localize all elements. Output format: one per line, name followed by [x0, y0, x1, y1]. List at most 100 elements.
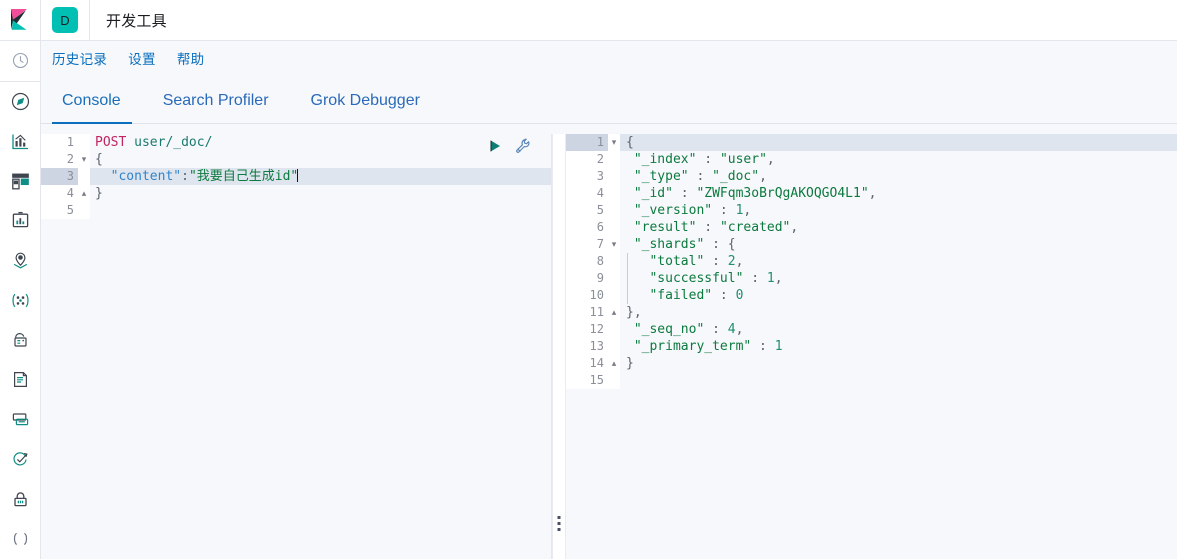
console-menu-bar: 历史记录 设置 帮助	[41, 41, 1177, 74]
sidebar-item-uptime[interactable]	[0, 440, 41, 480]
json-separator: :	[743, 271, 767, 286]
request-path: user/_doc/	[126, 135, 213, 150]
fold-marker[interactable]: ▴	[608, 304, 620, 321]
line-number: 4	[41, 185, 78, 202]
fold-marker[interactable]: ▾	[608, 236, 620, 253]
menu-help[interactable]: 帮助	[177, 48, 205, 68]
sidebar-item-discover[interactable]	[0, 82, 41, 122]
line-number: 12	[566, 321, 608, 338]
response-line: 4 "_id" : "ZWFqm3oBrQgAKOQGO4L1",	[566, 185, 1177, 202]
line-number: 5	[41, 202, 78, 219]
line-content: "result" : "created",	[620, 219, 1177, 236]
sidebar-item-logs[interactable]	[0, 360, 41, 400]
tab-search-profiler[interactable]: Search Profiler	[142, 92, 290, 123]
fold-marker[interactable]: ▾	[608, 134, 620, 151]
kibana-dev-tools-window: D 开发工具 历史记录 设置 帮助 Console Search Profile…	[0, 0, 1177, 559]
sidebar-item-infrastructure[interactable]	[0, 320, 41, 360]
request-options-wrench-icon[interactable]	[515, 138, 531, 159]
resize-grip-dots[interactable]	[557, 516, 561, 531]
kibana-logo-icon[interactable]	[0, 0, 41, 41]
response-line: 13 "_primary_term" : 1	[566, 338, 1177, 355]
fold-marker[interactable]	[608, 151, 620, 168]
line-number: 14	[566, 355, 608, 372]
response-line: 7 ▾ "_shards" : {	[566, 236, 1177, 253]
sidebar-item-recent[interactable]	[0, 41, 41, 81]
app-badge[interactable]: D	[52, 7, 78, 33]
menu-settings[interactable]: 设置	[128, 48, 156, 68]
sidebar-item-apm[interactable]	[0, 400, 41, 440]
fold-marker[interactable]	[608, 270, 620, 287]
line-content: "content":"我要自己生成id"	[90, 168, 551, 185]
fold-marker[interactable]	[608, 202, 620, 219]
dev-tools-tab-bar: Console Search Profiler Grok Debugger	[41, 74, 1177, 124]
fold-marker[interactable]	[78, 168, 90, 185]
tab-grok-debugger[interactable]: Grok Debugger	[290, 92, 441, 123]
request-editor[interactable]: 1 POST user/_doc/ 2 ▾ { 3 "content":"我要自…	[41, 134, 552, 559]
json-key: "_id"	[633, 186, 673, 201]
json-value: 1	[774, 339, 783, 354]
response-surface[interactable]: 1 ▾ { 2 "_index" : "user", 3 "_type" : "…	[566, 134, 1177, 559]
menu-history[interactable]: 历史记录	[52, 48, 107, 68]
line-number: 2	[566, 151, 608, 168]
fold-marker[interactable]: ▴	[78, 185, 90, 202]
response-line-active: 1 ▾ {	[566, 134, 1177, 151]
json-value: 4	[727, 322, 736, 337]
fold-marker[interactable]	[608, 253, 620, 270]
line-number: 10	[566, 287, 608, 304]
json-colon: :	[181, 169, 189, 184]
response-line: 6 "result" : "created",	[566, 219, 1177, 236]
line-number: 15	[566, 372, 608, 389]
pane-resize-handle[interactable]	[552, 134, 566, 559]
json-key: "_seq_no"	[633, 322, 705, 337]
sidebar-item-devtools[interactable]	[0, 519, 41, 559]
global-nav-sidebar	[0, 0, 41, 559]
json-key: "total"	[633, 254, 705, 269]
sidebar-item-dashboard[interactable]	[0, 161, 41, 201]
response-line: 2 "_index" : "user",	[566, 151, 1177, 168]
json-value: "user"	[719, 152, 767, 167]
line-number: 7	[566, 236, 608, 253]
line-number: 11	[566, 304, 608, 321]
fold-marker[interactable]	[608, 338, 620, 355]
editor-line: 5	[41, 202, 551, 219]
json-key: "result"	[633, 220, 697, 235]
line-content: "total" : 2,	[620, 253, 1177, 270]
sidebar-item-visualize[interactable]	[0, 121, 41, 161]
line-number: 6	[566, 219, 608, 236]
fold-marker[interactable]: ▴	[608, 355, 620, 372]
response-viewer[interactable]: 1 ▾ { 2 "_index" : "user", 3 "_type" : "…	[566, 134, 1177, 559]
sidebar-item-maps[interactable]	[0, 241, 41, 281]
json-key: "_primary_term"	[633, 339, 752, 354]
json-key: "failed"	[633, 288, 713, 303]
send-request-play-icon[interactable]	[488, 139, 502, 158]
request-editor-surface[interactable]: 1 POST user/_doc/ 2 ▾ { 3 "content":"我要自…	[41, 134, 551, 559]
fold-marker[interactable]	[608, 185, 620, 202]
line-content	[620, 372, 1177, 389]
sidebar-item-canvas[interactable]	[0, 201, 41, 241]
sidebar-item-ml[interactable]	[0, 280, 41, 320]
editor-action-icons	[488, 138, 531, 159]
tab-console[interactable]: Console	[52, 92, 142, 124]
fold-marker[interactable]	[608, 168, 620, 185]
line-content: },	[626, 305, 642, 320]
line-content: "_index" : "user",	[620, 151, 1177, 168]
fold-marker[interactable]	[608, 321, 620, 338]
response-lines: 1 ▾ { 2 "_index" : "user", 3 "_type" : "…	[566, 134, 1177, 389]
response-line: 12 "_seq_no" : 4,	[566, 321, 1177, 338]
json-separator: :	[672, 186, 697, 201]
line-number: 4	[566, 185, 608, 202]
fold-marker[interactable]	[78, 202, 90, 219]
sidebar-item-siem[interactable]	[0, 479, 41, 519]
fold-marker[interactable]: ▾	[78, 151, 90, 168]
json-separator: :	[704, 237, 728, 252]
response-line: 8 "total" : 2,	[566, 253, 1177, 270]
line-number: 9	[566, 270, 608, 287]
json-separator: :	[712, 203, 736, 218]
fold-marker[interactable]	[608, 372, 620, 389]
fold-marker[interactable]	[78, 134, 90, 151]
line-content: "_id" : "ZWFqm3oBrQgAKOQGO4L1",	[620, 185, 1177, 202]
json-value: "created"	[719, 220, 791, 235]
fold-marker[interactable]	[608, 287, 620, 304]
json-key: "_type"	[633, 169, 689, 184]
fold-marker[interactable]	[608, 219, 620, 236]
